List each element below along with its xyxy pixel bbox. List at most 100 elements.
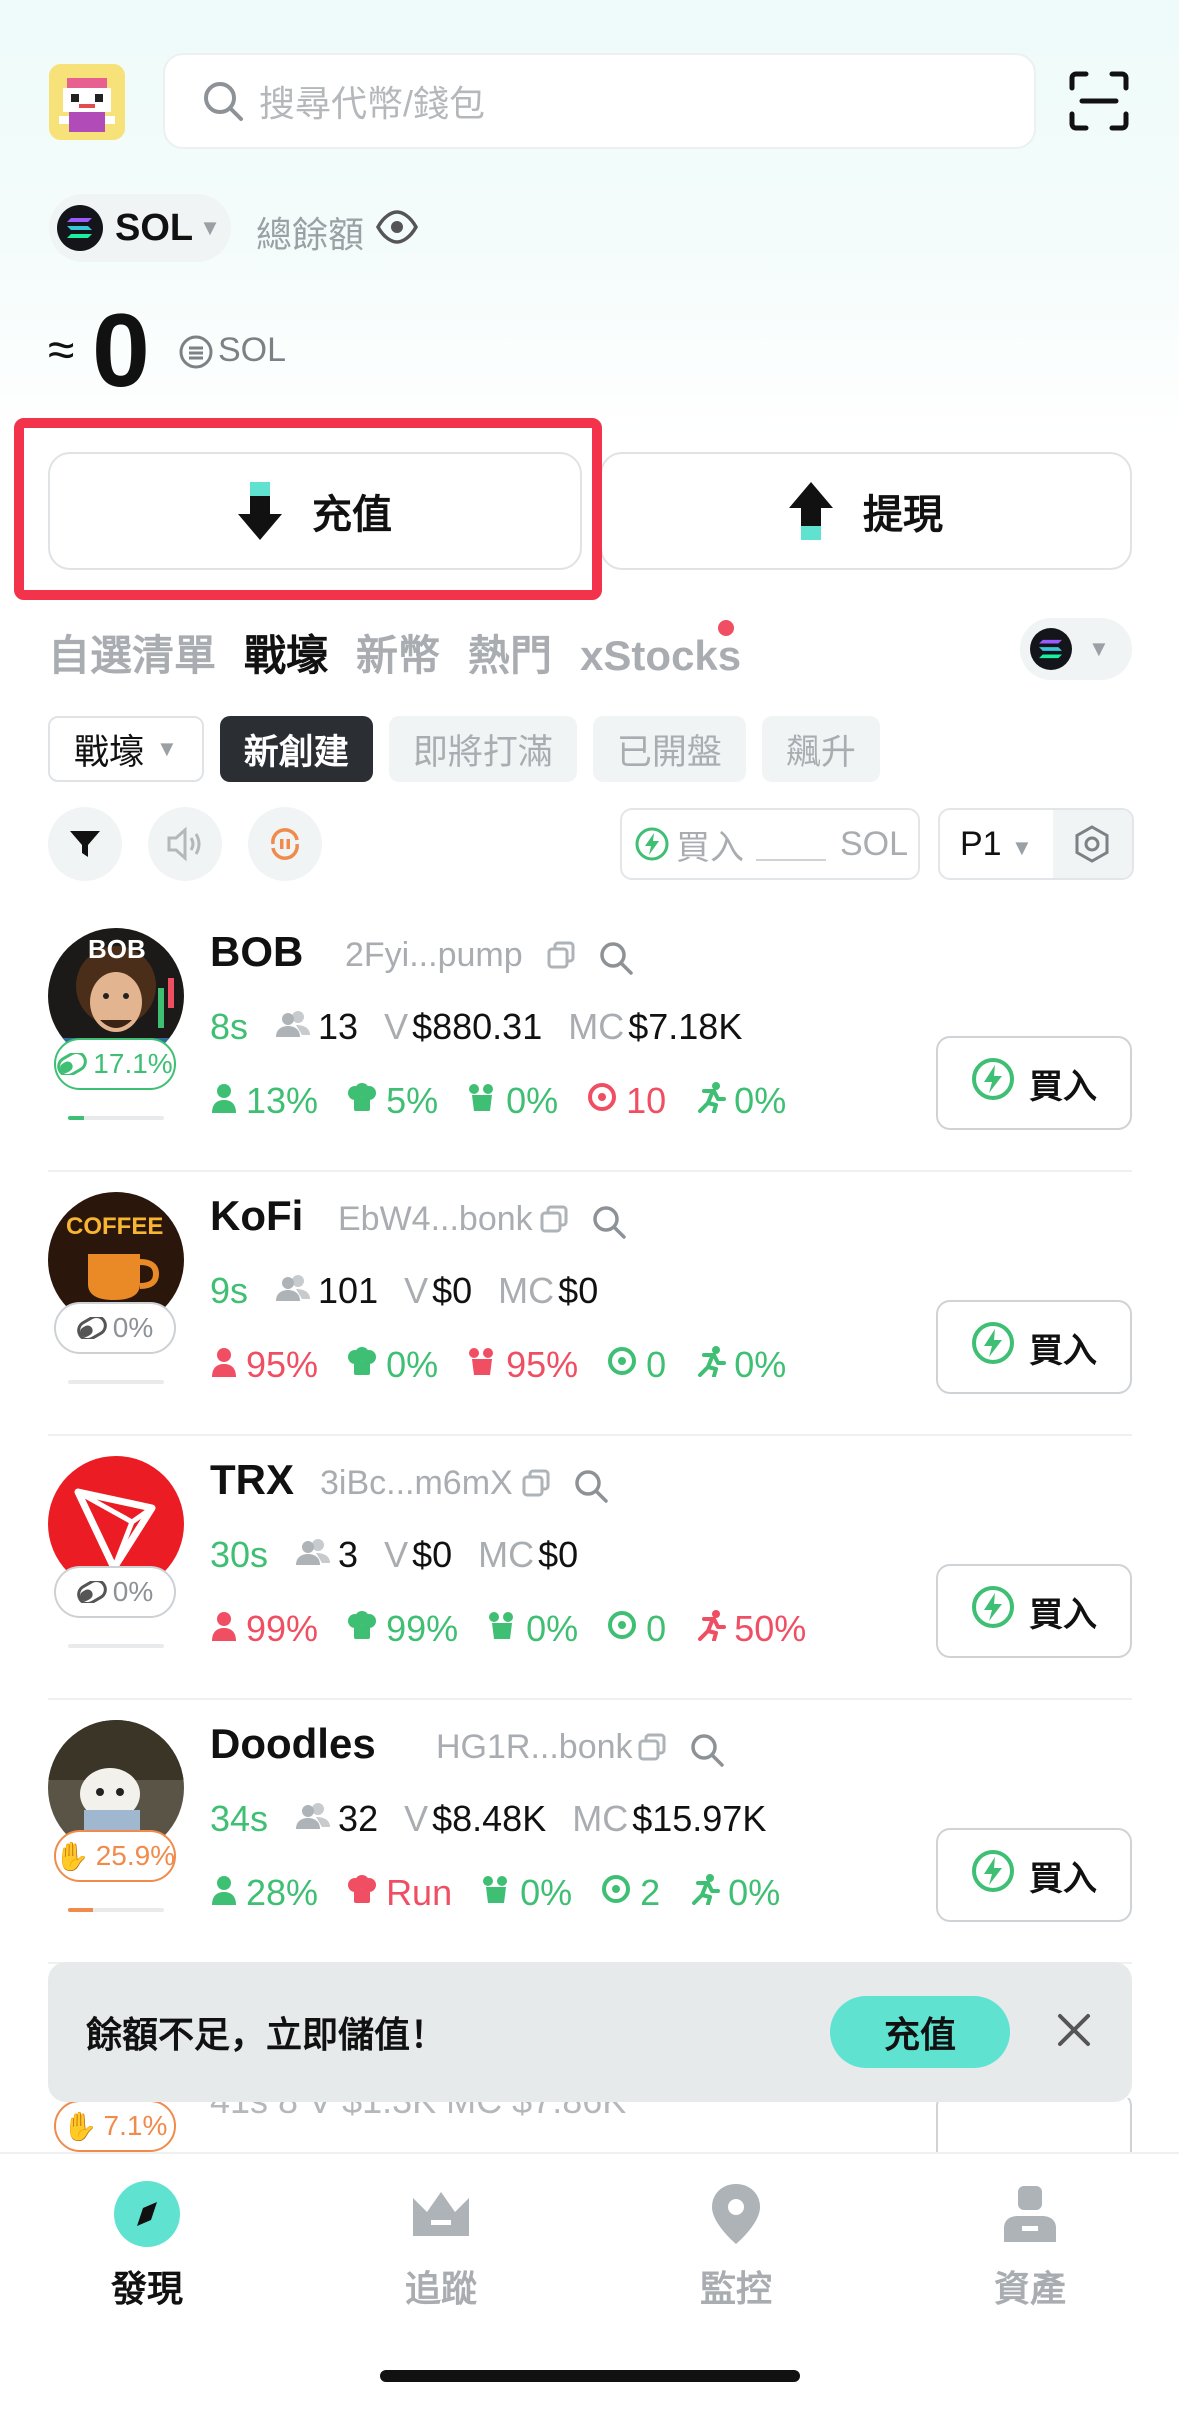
close-icon[interactable]	[1052, 2008, 1096, 2052]
buy-button[interactable]: 買入	[936, 1564, 1132, 1658]
volume-label: V	[384, 1534, 409, 1575]
token-row[interactable]: BOB 17.1% BOB 2Fyi...pump 8s 13 V $880.3…	[48, 908, 1132, 1172]
withdraw-button[interactable]: 提現	[600, 452, 1132, 570]
chevron-down-icon: ▼	[199, 215, 221, 240]
bonding-progress-badge: ✋ 25.9%	[54, 1830, 176, 1882]
svg-text:BOB: BOB	[88, 934, 146, 964]
chevron-down-icon: ▼	[156, 736, 178, 761]
copy-icon[interactable]	[546, 940, 576, 975]
target-stat: 2	[600, 1872, 660, 1914]
copy-icon[interactable]	[637, 1732, 667, 1767]
chip-almost-full[interactable]: 即將打滿	[388, 716, 577, 782]
holders-icon	[276, 1006, 312, 1048]
target-icon	[600, 1872, 640, 1914]
quick-buy-amount[interactable]: 買入 SOL	[620, 808, 920, 880]
token-address[interactable]: HG1R...bonk	[436, 1728, 633, 1767]
copy-icon[interactable]	[521, 1468, 551, 1503]
nav-label: 發現	[110, 2268, 183, 2309]
token-row[interactable]: ✋ 25.9% Doodles HG1R...bonk 34s 32 V $8.4…	[48, 1700, 1132, 1964]
settings-gear-icon[interactable]	[1052, 810, 1132, 878]
person-icon	[210, 1344, 246, 1386]
runner-icon	[688, 1872, 728, 1914]
sub-filter-row: 戰壕 ▼ 新創建 即將打滿 已開盤 飆升	[48, 716, 880, 782]
token-address[interactable]: 3iBc...m6mX	[320, 1464, 513, 1503]
buy-button[interactable]: 買入	[936, 1036, 1132, 1130]
buy-button[interactable]	[936, 2098, 1132, 2152]
token-name[interactable]: BOB	[210, 928, 303, 976]
bonding-progress-bar	[68, 1116, 164, 1120]
chain-selector[interactable]: SOL ▼	[49, 194, 231, 262]
volume-value: $880.31	[412, 1006, 543, 1047]
holder-count: 3	[338, 1534, 359, 1575]
nav-monitor[interactable]: 監控	[646, 2180, 826, 2312]
buy-button[interactable]: 買入	[936, 1300, 1132, 1394]
nav-label: 資產	[993, 2268, 1066, 2309]
market-cap-value: $0	[538, 1534, 579, 1575]
balance-value: 0	[92, 293, 150, 409]
token-stats: 95% 0% 95% 0 0%	[210, 1344, 814, 1386]
token-address[interactable]: 2Fyi...pump	[345, 936, 523, 975]
runner-icon	[694, 1080, 734, 1122]
location-pin-icon	[712, 2184, 760, 2244]
volume-value: $0	[432, 1270, 473, 1311]
tab-trending[interactable]: 熱門	[468, 622, 552, 683]
chef-hat-icon	[346, 1344, 386, 1386]
search-icon[interactable]	[689, 1732, 725, 1773]
nav-label: 追蹤	[404, 2268, 477, 2309]
search-input[interactable]: 搜尋代幣/錢包	[163, 53, 1036, 149]
speaker-icon	[167, 826, 201, 862]
token-name[interactable]: Doodles	[210, 1720, 376, 1768]
nav-discover[interactable]: 發現	[57, 2180, 237, 2312]
dev-stat: 5%	[346, 1080, 438, 1122]
runner-stat: 50%	[694, 1608, 806, 1650]
nav-assets[interactable]: 資產	[940, 2180, 1120, 2312]
user-avatar[interactable]	[49, 64, 125, 140]
market-cap-label: MC	[498, 1270, 555, 1311]
search-icon	[204, 82, 243, 121]
search-icon[interactable]	[598, 940, 634, 981]
preset-selector[interactable]: P1 ▼	[938, 808, 1134, 880]
quick-buy-input[interactable]	[756, 827, 826, 861]
token-name[interactable]: TRX	[210, 1456, 294, 1504]
buy-button[interactable]: 買入	[936, 1828, 1132, 1922]
market-cap-label: MC	[572, 1798, 629, 1839]
trenches-dropdown-label: 戰壕	[74, 732, 145, 772]
chip-new-created[interactable]: 新創建	[219, 716, 373, 782]
scan-icon[interactable]	[1068, 70, 1130, 132]
coin-swap-icon[interactable]	[178, 334, 214, 370]
runner-icon	[694, 1608, 734, 1650]
token-metrics: 8s 13 V $880.31 MC $7.18K	[210, 1006, 768, 1048]
chip-opened[interactable]: 已開盤	[592, 716, 746, 782]
tab-watchlist[interactable]: 自選清單	[48, 622, 216, 683]
chip-surging[interactable]: 飆升	[761, 716, 880, 782]
tab-new-coins[interactable]: 新幣	[356, 622, 440, 683]
search-icon[interactable]	[591, 1204, 627, 1245]
nav-label: 監控	[699, 2268, 772, 2309]
trenches-dropdown[interactable]: 戰壕 ▼	[48, 716, 204, 782]
token-name[interactable]: KoFi	[210, 1192, 303, 1240]
snipers-stat: 0%	[486, 1608, 578, 1650]
dev-stat: 0%	[346, 1344, 438, 1386]
auto-refresh-button[interactable]	[248, 807, 322, 881]
filter-button[interactable]	[48, 807, 122, 881]
low-balance-toast: 餘額不足，立即儲值！ 充值	[48, 1962, 1132, 2102]
chef-hat-icon	[346, 1608, 386, 1650]
copy-icon[interactable]	[539, 1204, 569, 1239]
sound-button[interactable]	[148, 807, 222, 881]
partial-token-row: ✋ 7.1% 41s 8 V $1.3K MC $7.86K	[48, 2098, 1132, 2152]
search-icon[interactable]	[573, 1468, 609, 1509]
pause-refresh-icon	[271, 828, 299, 860]
toast-deposit-button[interactable]: 充值	[830, 1996, 1010, 2068]
tab-xstocks[interactable]: xStocks	[580, 632, 741, 680]
token-row[interactable]: COFFEEFINANCE 0% KoFi EbW4...bonk 9s 101…	[48, 1172, 1132, 1436]
holder-count: 13	[318, 1006, 359, 1047]
person-icon	[210, 1080, 246, 1122]
chain-filter-dropdown[interactable]: ▼	[1020, 618, 1132, 680]
volume-label: V	[384, 1006, 409, 1047]
target-stat: 0	[606, 1608, 666, 1650]
eye-icon[interactable]	[376, 210, 418, 244]
token-row[interactable]: 0% TRX 3iBc...m6mX 30s 3 V $0 MC $0 99% …	[48, 1436, 1132, 1700]
tab-trenches[interactable]: 戰壕	[244, 622, 328, 683]
token-address[interactable]: EbW4...bonk	[338, 1200, 533, 1239]
nav-tracking[interactable]: 追蹤	[351, 2180, 531, 2312]
